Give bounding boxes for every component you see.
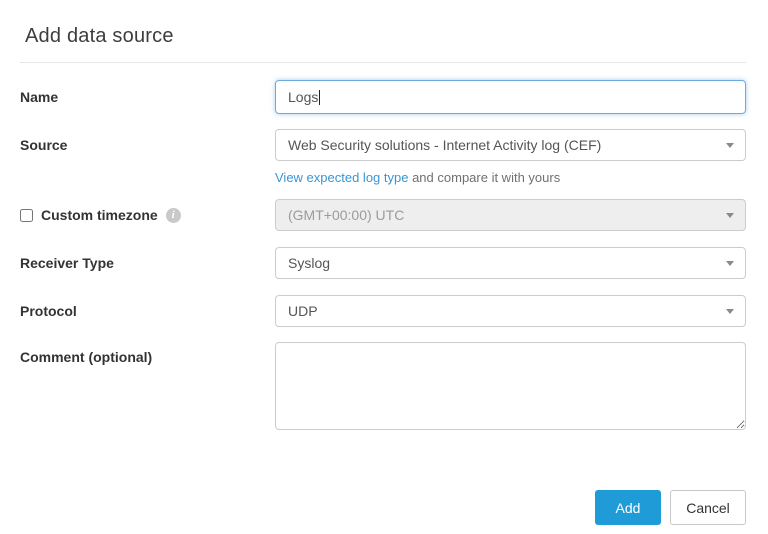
log-type-hint: View expected log type and compare it wi…	[275, 170, 746, 186]
receiver-type-row: Receiver Type Syslog	[20, 247, 746, 279]
view-expected-log-type-link[interactable]: View expected log type	[275, 170, 408, 185]
comment-label: Comment (optional)	[20, 349, 153, 365]
receiver-type-select-value: Syslog	[288, 255, 331, 271]
protocol-select-value: UDP	[288, 303, 318, 319]
custom-timezone-label: Custom timezone	[41, 207, 158, 223]
timezone-select-value: (GMT+00:00) UTC	[288, 207, 405, 223]
source-label: Source	[20, 137, 68, 153]
cancel-button[interactable]: Cancel	[670, 490, 746, 525]
protocol-select[interactable]: UDP	[275, 295, 746, 327]
text-cursor	[319, 89, 321, 105]
comment-row: Comment (optional)	[20, 342, 746, 435]
chevron-down-icon	[726, 309, 734, 314]
source-select-value: Web Security solutions - Internet Activi…	[288, 137, 602, 153]
add-data-source-dialog: Add data source Name Logs Source Web Sec…	[0, 0, 768, 534]
protocol-label: Protocol	[20, 303, 77, 319]
page-title: Add data source	[25, 25, 174, 47]
source-row: Source Web Security solutions - Internet…	[20, 129, 746, 186]
receiver-type-select[interactable]: Syslog	[275, 247, 746, 279]
timezone-row: Custom timezone i (GMT+00:00) UTC	[20, 199, 746, 231]
chevron-down-icon	[726, 143, 734, 148]
comment-textarea[interactable]	[275, 342, 746, 430]
receiver-type-label: Receiver Type	[20, 255, 114, 271]
timezone-select: (GMT+00:00) UTC	[275, 199, 746, 231]
info-icon[interactable]: i	[165, 207, 181, 223]
custom-timezone-checkbox[interactable]	[20, 208, 33, 222]
chevron-down-icon	[726, 213, 734, 218]
source-select[interactable]: Web Security solutions - Internet Activi…	[275, 129, 746, 161]
dialog-actions: Add Cancel	[20, 490, 746, 525]
name-row: Name Logs	[20, 80, 746, 114]
log-type-hint-suffix: and compare it with yours	[408, 170, 561, 185]
name-label: Name	[20, 89, 59, 105]
chevron-down-icon	[726, 261, 734, 266]
name-input-value: Logs	[288, 89, 319, 105]
add-button[interactable]: Add	[595, 490, 661, 525]
protocol-row: Protocol UDP	[20, 295, 746, 327]
title-divider	[20, 62, 746, 63]
name-input[interactable]: Logs	[275, 80, 746, 114]
